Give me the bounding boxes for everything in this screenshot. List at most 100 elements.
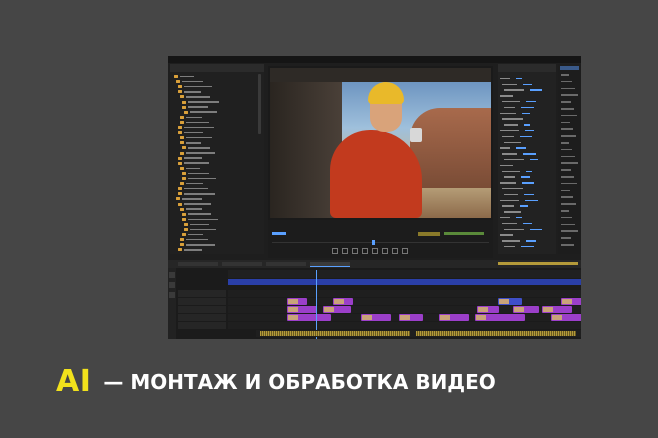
lift-icon[interactable] bbox=[382, 248, 388, 254]
source-list-row[interactable] bbox=[561, 94, 578, 96]
source-list-row[interactable] bbox=[561, 230, 578, 232]
selection-icon[interactable] bbox=[169, 272, 175, 278]
work-area-bar[interactable] bbox=[498, 262, 578, 265]
effect-row[interactable] bbox=[500, 163, 513, 168]
source-list-row[interactable] bbox=[561, 142, 569, 144]
effect-row[interactable] bbox=[500, 99, 536, 104]
effect-row-value[interactable] bbox=[520, 135, 532, 138]
track-header[interactable] bbox=[178, 298, 226, 305]
effect-row-value[interactable] bbox=[524, 193, 534, 196]
step-back-icon[interactable] bbox=[332, 248, 338, 254]
effect-row[interactable] bbox=[500, 76, 522, 81]
source-list-row[interactable] bbox=[561, 189, 570, 192]
export-frame-icon[interactable] bbox=[402, 248, 408, 254]
effect-row-value[interactable] bbox=[524, 124, 530, 126]
timeline-tab-active[interactable] bbox=[310, 262, 350, 267]
effect-row-value[interactable] bbox=[523, 83, 532, 86]
effect-row-value[interactable] bbox=[530, 228, 542, 231]
audio-clip-2[interactable] bbox=[416, 331, 576, 336]
effect-row[interactable] bbox=[500, 151, 536, 156]
source-list-row[interactable] bbox=[561, 244, 574, 246]
effect-row[interactable] bbox=[500, 88, 542, 93]
source-list-row[interactable] bbox=[561, 176, 574, 178]
effect-row-value[interactable] bbox=[525, 199, 538, 202]
effect-row[interactable] bbox=[500, 169, 532, 174]
effect-row[interactable] bbox=[500, 134, 532, 139]
source-list-row[interactable] bbox=[561, 114, 577, 117]
effect-row[interactable] bbox=[500, 233, 513, 238]
track-header[interactable] bbox=[178, 306, 226, 313]
source-list-row[interactable] bbox=[561, 108, 574, 110]
effect-row-value[interactable] bbox=[523, 222, 532, 225]
source-list-row[interactable] bbox=[561, 216, 572, 219]
step-forward-icon[interactable] bbox=[352, 248, 358, 254]
effect-row-value[interactable] bbox=[520, 205, 528, 207]
effect-row-value[interactable] bbox=[516, 216, 522, 219]
effect-row[interactable] bbox=[500, 209, 521, 214]
zoom-indicator[interactable] bbox=[418, 232, 440, 236]
effect-row-value[interactable] bbox=[521, 245, 534, 248]
effect-row[interactable] bbox=[500, 122, 530, 127]
source-list-row[interactable] bbox=[561, 203, 576, 205]
source-list-row[interactable] bbox=[561, 169, 571, 171]
source-list-row[interactable] bbox=[561, 101, 571, 103]
project-scrollbar[interactable] bbox=[258, 74, 261, 134]
timeline-tab-2[interactable] bbox=[222, 262, 262, 266]
source-list-row[interactable] bbox=[561, 135, 576, 137]
effect-row-value[interactable] bbox=[522, 112, 530, 115]
effect-row-value[interactable] bbox=[516, 77, 522, 80]
source-list-row[interactable] bbox=[561, 182, 577, 185]
source-list-row[interactable] bbox=[561, 196, 573, 198]
source-list-selected[interactable] bbox=[560, 66, 579, 70]
effect-row[interactable] bbox=[500, 215, 522, 220]
razor-icon[interactable] bbox=[169, 282, 175, 288]
effect-row-value[interactable] bbox=[516, 147, 526, 149]
effect-row[interactable] bbox=[500, 93, 513, 98]
audio-clip-1[interactable] bbox=[260, 331, 410, 336]
effect-row[interactable] bbox=[500, 238, 536, 243]
hand-icon[interactable] bbox=[169, 292, 175, 298]
mark-out-icon[interactable] bbox=[372, 248, 378, 254]
effect-row[interactable] bbox=[500, 105, 534, 110]
effect-row-value[interactable] bbox=[521, 106, 534, 109]
effect-row[interactable] bbox=[500, 175, 530, 180]
effect-row-value[interactable] bbox=[526, 170, 532, 173]
effect-row[interactable] bbox=[500, 180, 534, 185]
effect-row-value[interactable] bbox=[526, 100, 536, 103]
source-list-row[interactable] bbox=[561, 155, 575, 158]
effect-row[interactable] bbox=[500, 117, 523, 122]
source-list-row[interactable] bbox=[561, 80, 572, 83]
timeline-tab-1[interactable] bbox=[178, 262, 218, 266]
effect-row[interactable] bbox=[500, 82, 532, 87]
source-list-row[interactable] bbox=[561, 210, 569, 212]
effect-row-value[interactable] bbox=[525, 129, 534, 132]
effect-row[interactable] bbox=[500, 140, 521, 145]
effect-row[interactable] bbox=[500, 198, 538, 203]
source-list-row[interactable] bbox=[561, 128, 573, 130]
timeline-tab-3[interactable] bbox=[266, 262, 306, 266]
source-list-row[interactable] bbox=[561, 237, 571, 239]
effect-row[interactable] bbox=[500, 204, 528, 209]
effect-row-value[interactable] bbox=[530, 89, 542, 91]
effect-row[interactable] bbox=[500, 111, 530, 116]
source-list-row[interactable] bbox=[561, 162, 578, 164]
effect-row-value[interactable] bbox=[522, 182, 534, 184]
effect-row-value[interactable] bbox=[530, 158, 538, 161]
effect-row-value[interactable] bbox=[526, 240, 536, 242]
effect-row[interactable] bbox=[500, 186, 523, 191]
track-header[interactable] bbox=[178, 290, 226, 297]
video-preview[interactable] bbox=[270, 68, 491, 218]
effect-row[interactable] bbox=[500, 221, 532, 226]
track-header[interactable] bbox=[178, 314, 226, 321]
effect-row-value[interactable] bbox=[521, 176, 530, 178]
source-list-row[interactable] bbox=[561, 87, 575, 90]
effect-row[interactable] bbox=[500, 244, 534, 249]
effect-row[interactable] bbox=[500, 128, 534, 133]
source-list-row[interactable] bbox=[561, 148, 572, 151]
source-list-row[interactable] bbox=[561, 74, 569, 76]
project-tree-row[interactable] bbox=[178, 247, 202, 252]
timeline-ruler[interactable] bbox=[228, 270, 581, 278]
effect-row[interactable] bbox=[500, 227, 542, 232]
monitor-playhead[interactable] bbox=[372, 240, 375, 245]
source-list-row[interactable] bbox=[561, 223, 575, 226]
